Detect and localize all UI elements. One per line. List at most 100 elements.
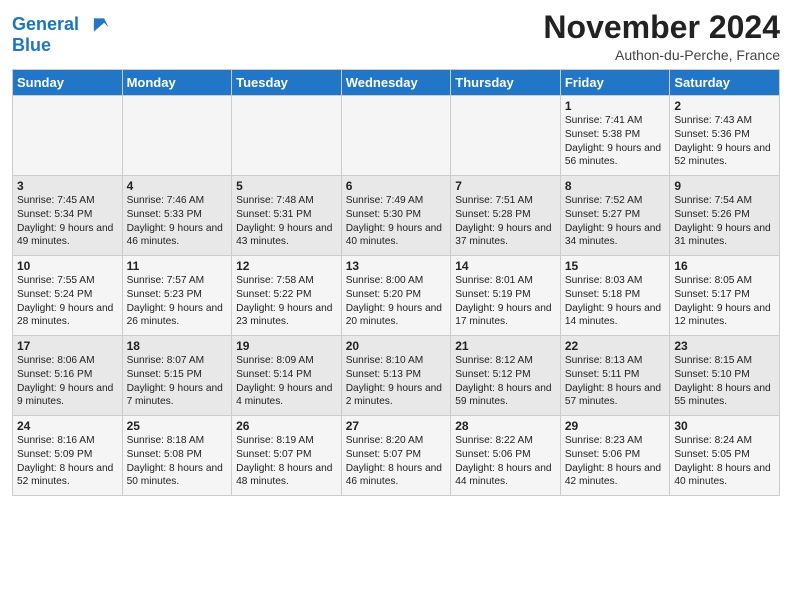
day-info: Sunrise: 7:51 AMSunset: 5:28 PMDaylight:… (455, 194, 556, 249)
day-number: 11 (127, 259, 228, 273)
logo-general: General (12, 14, 79, 34)
table-row: 7Sunrise: 7:51 AMSunset: 5:28 PMDaylight… (451, 176, 561, 256)
table-row (341, 96, 451, 176)
day-info: Sunrise: 7:43 AMSunset: 5:36 PMDaylight:… (674, 114, 775, 169)
table-row: 18Sunrise: 8:07 AMSunset: 5:15 PMDayligh… (122, 336, 232, 416)
title-block: November 2024 Authon-du-Perche, France (543, 10, 780, 63)
day-number: 9 (674, 179, 775, 193)
table-row: 8Sunrise: 7:52 AMSunset: 5:27 PMDaylight… (560, 176, 670, 256)
table-row: 20Sunrise: 8:10 AMSunset: 5:13 PMDayligh… (341, 336, 451, 416)
table-row: 21Sunrise: 8:12 AMSunset: 5:12 PMDayligh… (451, 336, 561, 416)
day-info: Sunrise: 7:46 AMSunset: 5:33 PMDaylight:… (127, 194, 228, 249)
day-number: 12 (236, 259, 337, 273)
logo-line2: Blue (12, 36, 110, 56)
table-row: 29Sunrise: 8:23 AMSunset: 5:06 PMDayligh… (560, 416, 670, 496)
table-row: 6Sunrise: 7:49 AMSunset: 5:30 PMDaylight… (341, 176, 451, 256)
table-row: 27Sunrise: 8:20 AMSunset: 5:07 PMDayligh… (341, 416, 451, 496)
day-number: 2 (674, 99, 775, 113)
day-number: 6 (346, 179, 447, 193)
header-sunday: Sunday (13, 70, 123, 96)
day-info: Sunrise: 8:09 AMSunset: 5:14 PMDaylight:… (236, 354, 337, 409)
day-number: 8 (565, 179, 666, 193)
day-number: 27 (346, 419, 447, 433)
calendar-week-row: 17Sunrise: 8:06 AMSunset: 5:16 PMDayligh… (13, 336, 780, 416)
day-number: 4 (127, 179, 228, 193)
day-number: 30 (674, 419, 775, 433)
table-row: 23Sunrise: 8:15 AMSunset: 5:10 PMDayligh… (670, 336, 780, 416)
calendar-table: Sunday Monday Tuesday Wednesday Thursday… (12, 69, 780, 496)
table-row: 16Sunrise: 8:05 AMSunset: 5:17 PMDayligh… (670, 256, 780, 336)
day-info: Sunrise: 8:10 AMSunset: 5:13 PMDaylight:… (346, 354, 447, 409)
day-number: 15 (565, 259, 666, 273)
table-row: 2Sunrise: 7:43 AMSunset: 5:36 PMDaylight… (670, 96, 780, 176)
calendar-week-row: 24Sunrise: 8:16 AMSunset: 5:09 PMDayligh… (13, 416, 780, 496)
day-info: Sunrise: 7:49 AMSunset: 5:30 PMDaylight:… (346, 194, 447, 249)
table-row: 9Sunrise: 7:54 AMSunset: 5:26 PMDaylight… (670, 176, 780, 256)
day-number: 5 (236, 179, 337, 193)
table-row: 14Sunrise: 8:01 AMSunset: 5:19 PMDayligh… (451, 256, 561, 336)
day-info: Sunrise: 8:06 AMSunset: 5:16 PMDaylight:… (17, 354, 118, 409)
header-friday: Friday (560, 70, 670, 96)
table-row: 1Sunrise: 7:41 AMSunset: 5:38 PMDaylight… (560, 96, 670, 176)
day-info: Sunrise: 8:15 AMSunset: 5:10 PMDaylight:… (674, 354, 775, 409)
table-row: 19Sunrise: 8:09 AMSunset: 5:14 PMDayligh… (232, 336, 342, 416)
day-info: Sunrise: 8:22 AMSunset: 5:06 PMDaylight:… (455, 434, 556, 489)
day-info: Sunrise: 8:03 AMSunset: 5:18 PMDaylight:… (565, 274, 666, 329)
table-row: 24Sunrise: 8:16 AMSunset: 5:09 PMDayligh… (13, 416, 123, 496)
day-info: Sunrise: 8:18 AMSunset: 5:08 PMDaylight:… (127, 434, 228, 489)
calendar-week-row: 10Sunrise: 7:55 AMSunset: 5:24 PMDayligh… (13, 256, 780, 336)
table-row: 28Sunrise: 8:22 AMSunset: 5:06 PMDayligh… (451, 416, 561, 496)
logo-line1: General (12, 14, 110, 36)
day-number: 13 (346, 259, 447, 273)
day-number: 14 (455, 259, 556, 273)
day-info: Sunrise: 7:55 AMSunset: 5:24 PMDaylight:… (17, 274, 118, 329)
day-number: 10 (17, 259, 118, 273)
table-row: 12Sunrise: 7:58 AMSunset: 5:22 PMDayligh… (232, 256, 342, 336)
table-row (451, 96, 561, 176)
day-info: Sunrise: 8:13 AMSunset: 5:11 PMDaylight:… (565, 354, 666, 409)
table-row: 30Sunrise: 8:24 AMSunset: 5:05 PMDayligh… (670, 416, 780, 496)
day-number: 28 (455, 419, 556, 433)
table-row: 22Sunrise: 8:13 AMSunset: 5:11 PMDayligh… (560, 336, 670, 416)
location: Authon-du-Perche, France (543, 47, 780, 63)
day-info: Sunrise: 7:41 AMSunset: 5:38 PMDaylight:… (565, 114, 666, 169)
day-number: 18 (127, 339, 228, 353)
table-row (232, 96, 342, 176)
day-number: 29 (565, 419, 666, 433)
day-info: Sunrise: 7:58 AMSunset: 5:22 PMDaylight:… (236, 274, 337, 329)
day-info: Sunrise: 7:48 AMSunset: 5:31 PMDaylight:… (236, 194, 337, 249)
day-number: 3 (17, 179, 118, 193)
day-info: Sunrise: 8:07 AMSunset: 5:15 PMDaylight:… (127, 354, 228, 409)
logo: General Blue (12, 14, 110, 56)
day-info: Sunrise: 8:01 AMSunset: 5:19 PMDaylight:… (455, 274, 556, 329)
day-info: Sunrise: 7:52 AMSunset: 5:27 PMDaylight:… (565, 194, 666, 249)
day-number: 19 (236, 339, 337, 353)
day-number: 25 (127, 419, 228, 433)
table-row: 5Sunrise: 7:48 AMSunset: 5:31 PMDaylight… (232, 176, 342, 256)
day-number: 16 (674, 259, 775, 273)
table-row (122, 96, 232, 176)
day-info: Sunrise: 8:23 AMSunset: 5:06 PMDaylight:… (565, 434, 666, 489)
day-info: Sunrise: 8:05 AMSunset: 5:17 PMDaylight:… (674, 274, 775, 329)
day-number: 1 (565, 99, 666, 113)
day-number: 22 (565, 339, 666, 353)
day-number: 24 (17, 419, 118, 433)
table-row: 10Sunrise: 7:55 AMSunset: 5:24 PMDayligh… (13, 256, 123, 336)
calendar-header-row: Sunday Monday Tuesday Wednesday Thursday… (13, 70, 780, 96)
day-info: Sunrise: 8:19 AMSunset: 5:07 PMDaylight:… (236, 434, 337, 489)
day-info: Sunrise: 8:20 AMSunset: 5:07 PMDaylight:… (346, 434, 447, 489)
calendar-week-row: 1Sunrise: 7:41 AMSunset: 5:38 PMDaylight… (13, 96, 780, 176)
table-row: 13Sunrise: 8:00 AMSunset: 5:20 PMDayligh… (341, 256, 451, 336)
table-row: 25Sunrise: 8:18 AMSunset: 5:08 PMDayligh… (122, 416, 232, 496)
calendar-week-row: 3Sunrise: 7:45 AMSunset: 5:34 PMDaylight… (13, 176, 780, 256)
header-wednesday: Wednesday (341, 70, 451, 96)
day-info: Sunrise: 8:12 AMSunset: 5:12 PMDaylight:… (455, 354, 556, 409)
day-number: 20 (346, 339, 447, 353)
day-info: Sunrise: 8:00 AMSunset: 5:20 PMDaylight:… (346, 274, 447, 329)
table-row: 3Sunrise: 7:45 AMSunset: 5:34 PMDaylight… (13, 176, 123, 256)
header-saturday: Saturday (670, 70, 780, 96)
day-number: 21 (455, 339, 556, 353)
table-row: 26Sunrise: 8:19 AMSunset: 5:07 PMDayligh… (232, 416, 342, 496)
table-row: 4Sunrise: 7:46 AMSunset: 5:33 PMDaylight… (122, 176, 232, 256)
day-info: Sunrise: 7:54 AMSunset: 5:26 PMDaylight:… (674, 194, 775, 249)
